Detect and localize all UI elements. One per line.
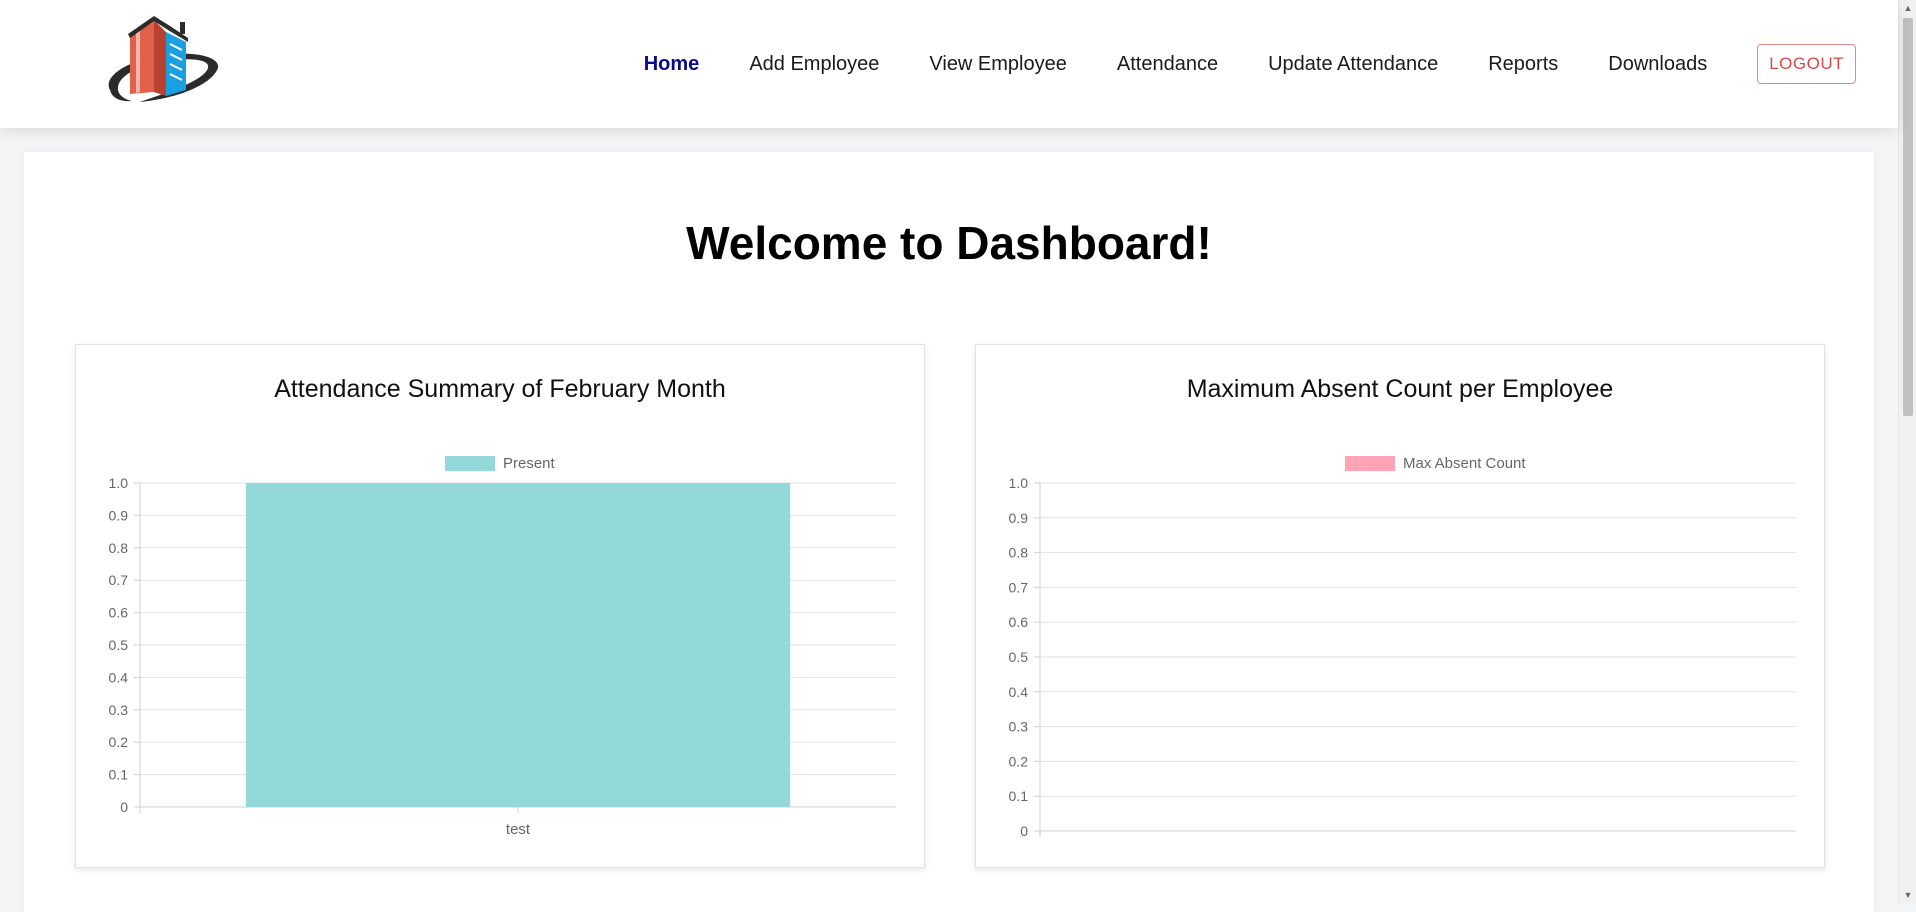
nav-update-attendance[interactable]: Update Attendance	[1268, 53, 1438, 76]
y-tick-label: 0.5	[1009, 649, 1029, 665]
y-tick-label: 0.2	[1009, 753, 1029, 769]
scroll-up-arrow-icon[interactable]: ▲	[1899, 0, 1916, 16]
y-tick-label: 1.0	[1009, 475, 1029, 491]
y-tick-label: 1.0	[109, 475, 129, 491]
scroll-down-arrow-icon[interactable]: ▼	[1899, 887, 1916, 903]
y-tick-label: 0.8	[1009, 545, 1029, 561]
nav-attendance[interactable]: Attendance	[1117, 53, 1218, 76]
attendance-summary-chart: Present 0 0.1 0.2 0.3 0.4 0.5 0.6 0.7 0.8 0.9 1.0 te…	[109, 455, 896, 838]
y-tick-label: 0.6	[109, 605, 129, 621]
y-tick-label: 0.1	[1009, 788, 1029, 804]
y-tick-label: 0.7	[109, 572, 129, 588]
top-navbar: Home Add Employee View Employee Attendan…	[0, 0, 1898, 128]
y-tick-label: 0.9	[1009, 510, 1029, 526]
attendance-summary-card: Attendance Summary of February Month Pre…	[75, 344, 925, 868]
nav-view-employee[interactable]: View Employee	[929, 53, 1066, 76]
legend-label: Max Absent Count	[1403, 455, 1526, 472]
y-tick-label: 0.7	[1009, 579, 1029, 595]
y-tick-label: 0.3	[109, 702, 129, 718]
main-nav: Home Add Employee View Employee Attendan…	[644, 0, 1856, 128]
nav-reports[interactable]: Reports	[1488, 53, 1558, 76]
nav-downloads[interactable]: Downloads	[1608, 53, 1707, 76]
bar-test	[245, 483, 791, 807]
legend-label: Present	[503, 455, 556, 472]
max-absent-chart: Max Absent Count 0 0.1 0.2 0.3 0.4 0.5 0.6 0.7 0.…	[1009, 455, 1796, 839]
legend-swatch	[1345, 456, 1395, 471]
page-scrollbar[interactable]: ▲ ▼	[1898, 0, 1916, 903]
page-title: Welcome to Dashboard!	[686, 217, 1212, 269]
y-tick-label: 0.4	[1009, 684, 1029, 700]
y-tick-label: 0.8	[109, 540, 129, 556]
nav-home[interactable]: Home	[644, 53, 700, 76]
y-tick-label: 0.1	[109, 767, 129, 783]
scroll-thumb[interactable]	[1903, 18, 1913, 416]
y-tick-label: 0.5	[109, 637, 129, 653]
dashboard-panel: Welcome to Dashboard! Attendance Summary…	[24, 152, 1874, 912]
legend-swatch	[445, 456, 495, 471]
y-tick-label: 0.9	[109, 507, 129, 523]
nav-add-employee[interactable]: Add Employee	[749, 53, 879, 76]
max-absent-card: Maximum Absent Count per Employee Max Ab…	[975, 344, 1825, 868]
y-tick-label: 0	[1020, 823, 1028, 839]
y-tick-label: 0	[120, 799, 128, 815]
y-tick-label: 0.3	[1009, 719, 1029, 735]
y-tick-label: 0.6	[1009, 614, 1029, 630]
building-logo[interactable]	[100, 12, 230, 116]
x-tick-label: test	[506, 821, 531, 838]
logout-button[interactable]: LOGOUT	[1757, 44, 1856, 84]
y-tick-label: 0.2	[109, 734, 129, 750]
y-tick-label: 0.4	[109, 669, 129, 685]
